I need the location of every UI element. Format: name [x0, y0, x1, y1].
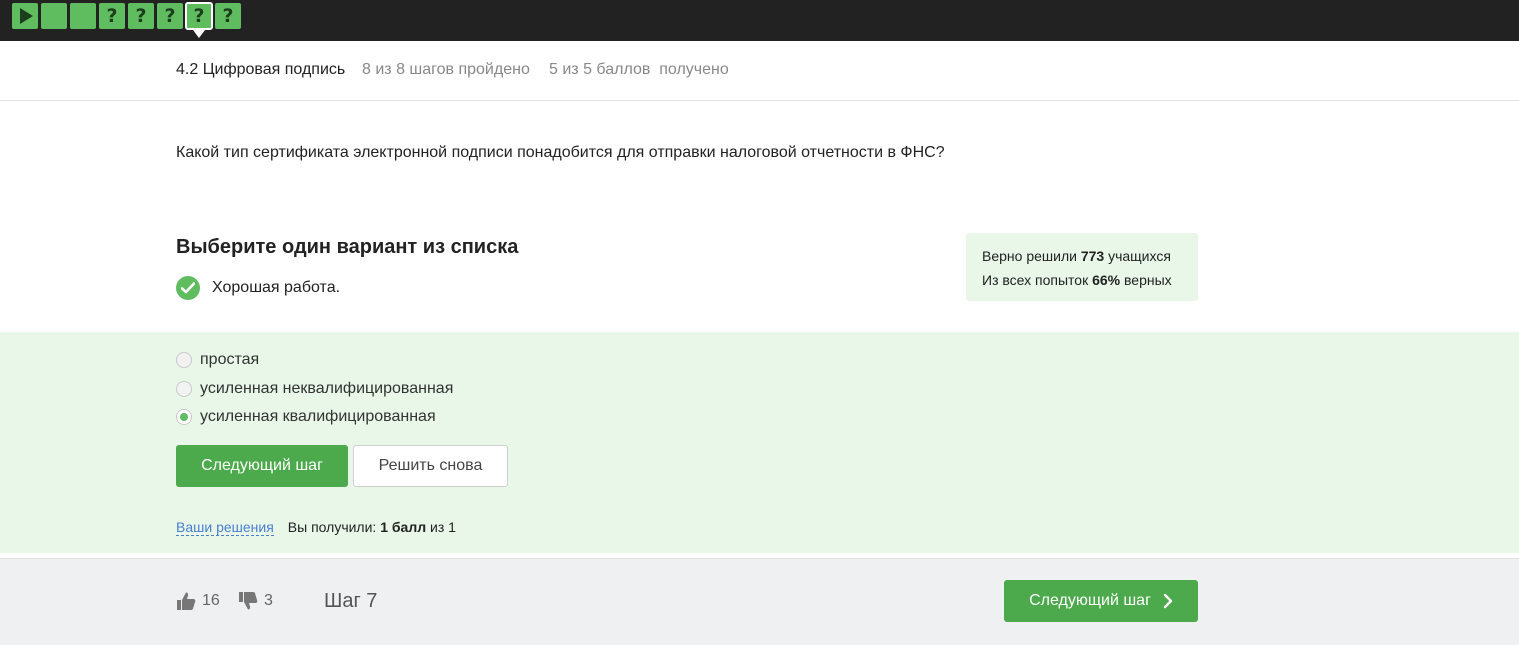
step-5-quiz[interactable]: ? [128, 3, 154, 29]
option-enhanced-qualified[interactable]: усиленная квалифицированная [176, 408, 436, 426]
lesson-score: 5 из 5 баллов получено [549, 61, 729, 78]
option-label: простая [200, 351, 260, 368]
question-text: Какой тип сертификата электронной подпис… [176, 144, 945, 161]
footer-next-step-button[interactable]: Следующий шаг [1004, 580, 1198, 622]
chevron-right-icon [1163, 593, 1173, 609]
lesson-title: 4.2 Цифровая подпись [176, 61, 346, 78]
lesson-progress: 8 из 8 шагов пройдено [362, 61, 530, 78]
step-list: ? ? ? ? ? [12, 2, 241, 38]
step-number: Шаг 7 [324, 590, 378, 612]
solutions-line: Ваши решения Вы получили: 1 балл из 1 [176, 519, 456, 536]
feedback-text: Хорошая работа. [212, 279, 341, 296]
thumbs-up-icon [177, 592, 196, 610]
question-mark-icon: ? [164, 5, 176, 27]
radio-button[interactable] [176, 381, 192, 397]
solved-count: 773 [1080, 248, 1105, 264]
dislike-button[interactable]: 3 [238, 591, 273, 611]
like-count: 16 [202, 592, 220, 609]
play-icon [20, 8, 33, 24]
check-icon [176, 276, 200, 300]
like-button[interactable]: 16 [176, 591, 220, 611]
step-4-quiz[interactable]: ? [99, 3, 125, 29]
stats-attempts: Из всех попыток 66% верных [982, 272, 1172, 288]
radio-button-selected[interactable] [176, 409, 192, 425]
score-result: Вы получили: 1 балл из 1 [287, 519, 456, 535]
step-7-quiz-current[interactable]: ? [185, 2, 213, 38]
question-mark-icon: ? [135, 5, 147, 27]
feedback: Хорошая работа. [176, 276, 340, 300]
step-footer: 16 3 Шаг 7 Следующий шаг [0, 558, 1519, 645]
step-2-text[interactable] [41, 3, 67, 29]
question-mark-icon: ? [222, 5, 234, 27]
question-mark-icon: ? [106, 5, 118, 27]
thumbs-down-icon [239, 592, 258, 610]
option-enhanced-unqualified[interactable]: усиленная неквалифицированная [176, 380, 453, 398]
correct-percent: 66% [1092, 272, 1121, 288]
lesson-header: 4.2 Цифровая подпись 8 из 8 шагов пройде… [0, 41, 1519, 101]
step-8-quiz[interactable]: ? [215, 3, 241, 29]
step-1-video[interactable] [12, 3, 38, 29]
instruction-heading: Выберите один вариант из списка [176, 236, 519, 258]
stats-solved: Верно решили 773 учащихся [982, 248, 1171, 264]
option-label: усиленная квалифицированная [200, 408, 436, 425]
step-6-quiz[interactable]: ? [157, 3, 183, 29]
next-step-button[interactable]: Следующий шаг [176, 445, 348, 487]
retry-button[interactable]: Решить снова [353, 445, 508, 487]
option-label: усиленная неквалифицированная [200, 380, 454, 397]
question-mark-icon: ? [193, 5, 205, 27]
your-solutions-link[interactable]: Ваши решения [176, 519, 274, 536]
answers-panel: простая усиленная неквалифицированная ус… [0, 332, 1519, 553]
step-3-text[interactable] [70, 3, 96, 29]
radio-button[interactable] [176, 352, 192, 368]
stats-box: Верно решили 773 учащихся Из всех попыто… [966, 233, 1198, 301]
option-simple[interactable]: простая [176, 351, 259, 369]
footer-next-label: Следующий шаг [1029, 592, 1151, 609]
dislike-count: 3 [264, 592, 273, 609]
step-navigation-bar: ? ? ? ? ? [0, 0, 1519, 41]
